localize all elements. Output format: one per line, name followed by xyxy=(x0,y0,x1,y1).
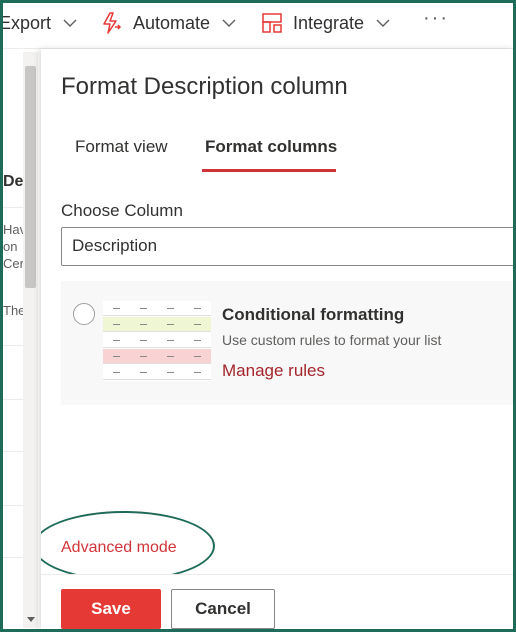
tab-format-columns[interactable]: Format columns xyxy=(205,137,337,157)
export-button[interactable]: Export xyxy=(3,11,77,35)
column-header: De xyxy=(3,173,24,190)
automate-label: Automate xyxy=(133,12,211,33)
chevron-down-icon xyxy=(376,19,390,27)
more-options-button[interactable]: ··· xyxy=(423,7,449,30)
choose-column-label: Choose Column xyxy=(61,201,183,220)
panel-title: Format Description column xyxy=(61,73,348,100)
preview-row xyxy=(103,317,211,332)
row-divider xyxy=(3,399,25,400)
selected-tab-indicator xyxy=(202,169,336,172)
integrate-label: Integrate xyxy=(293,12,365,33)
integrate-button[interactable]: Integrate xyxy=(261,11,390,35)
advanced-mode-link[interactable]: Advanced mode xyxy=(61,539,177,557)
lightning-flow-icon xyxy=(103,12,122,34)
integrate-grid-icon xyxy=(262,13,282,33)
preview-row xyxy=(103,333,211,348)
column-selector[interactable]: Description xyxy=(61,227,513,266)
conditional-formatting-description: Use custom rules to format your list xyxy=(222,332,442,348)
preview-row xyxy=(103,365,211,380)
preview-row xyxy=(103,301,211,316)
manage-rules-link[interactable]: Manage rules xyxy=(222,361,325,381)
preview-row xyxy=(103,349,211,364)
chevron-down-icon xyxy=(222,19,236,27)
panel-footer: Save Cancel xyxy=(41,574,513,629)
row-divider xyxy=(3,451,25,452)
row-divider xyxy=(3,345,25,346)
format-column-panel: Format Description column Format view Fo… xyxy=(41,49,513,629)
export-label: Export xyxy=(3,12,52,33)
scrollbar-thumb[interactable] xyxy=(25,66,36,288)
scroll-down-arrow-icon[interactable] xyxy=(27,617,35,622)
conditional-formatting-title: Conditional formatting xyxy=(222,305,405,324)
save-button[interactable]: Save xyxy=(61,589,161,629)
chevron-down-icon xyxy=(63,19,77,27)
command-bar: Export Automate Integrate ··· xyxy=(3,3,513,49)
row-divider xyxy=(3,207,25,208)
row-divider xyxy=(3,505,25,506)
cancel-button[interactable]: Cancel xyxy=(171,589,275,629)
row-divider xyxy=(3,557,25,558)
conditional-formatting-preview xyxy=(103,301,211,381)
vertical-scrollbar[interactable] xyxy=(23,52,38,628)
conditional-formatting-radio[interactable] xyxy=(73,303,95,325)
automate-button[interactable]: Automate xyxy=(101,11,236,35)
conditional-formatting-card[interactable]: Conditional formatting Use custom rules … xyxy=(61,281,513,405)
tab-format-view[interactable]: Format view xyxy=(75,137,168,157)
